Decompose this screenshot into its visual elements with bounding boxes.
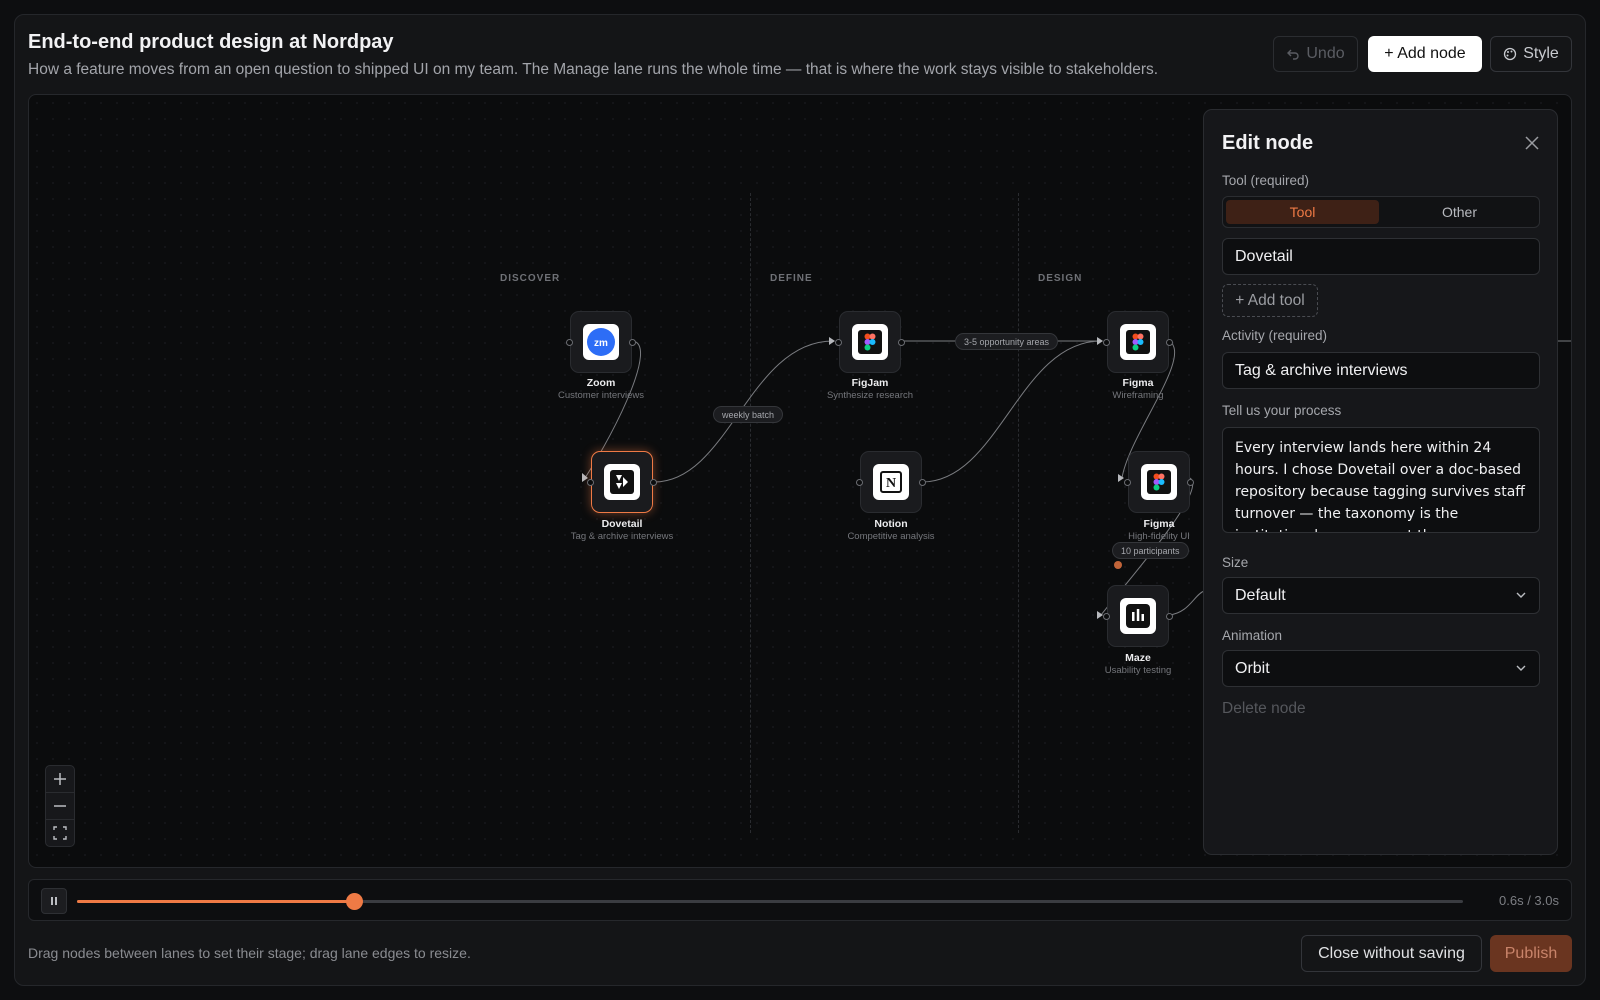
minus-icon [54, 805, 66, 807]
close-without-saving-button[interactable]: Close without saving [1301, 935, 1482, 972]
publish-button[interactable]: Publish [1490, 935, 1572, 972]
edge [1168, 590, 1205, 616]
add-node-button[interactable]: + Add node [1368, 36, 1482, 72]
zoom-icon: zm [583, 324, 619, 360]
node-port-in[interactable] [566, 339, 573, 346]
chevron-down-icon [1516, 665, 1526, 671]
node-port-out[interactable] [650, 479, 657, 486]
svg-text:zm: zm [594, 338, 608, 349]
animation-select[interactable]: Orbit [1222, 650, 1540, 687]
zoom-out-button[interactable] [45, 792, 75, 820]
edge-label[interactable]: 3-5 opportunity areas [955, 333, 1059, 350]
undo-icon [1287, 49, 1299, 60]
style-button[interactable]: Style [1490, 36, 1572, 72]
node-port-in[interactable] [1124, 479, 1131, 486]
tool-type-option-other[interactable]: Other [1383, 200, 1536, 224]
node-port-in[interactable] [587, 479, 594, 486]
node-port-in[interactable] [1103, 613, 1110, 620]
notion-icon: N [873, 464, 909, 500]
node-tool-label: Notion [874, 518, 908, 530]
node-activity-label: Competitive analysis [847, 531, 935, 542]
figma-icon [1120, 324, 1156, 360]
size-field-label: Size [1222, 555, 1249, 570]
timeline-time: 0.6s / 3.0s [1499, 893, 1559, 908]
figjam-icon [852, 324, 888, 360]
node-activity-label: Synthesize research [826, 390, 914, 401]
node-activity-label: Usability testing [1104, 665, 1172, 676]
delete-node-button[interactable]: Delete node [1222, 700, 1306, 718]
timeline-scrubber-handle[interactable] [346, 893, 364, 910]
node-zoom[interactable]: zm [566, 311, 636, 373]
node-activity-label: Customer interviews [557, 390, 645, 401]
node-activity-label: Tag & archive interviews [570, 531, 674, 542]
footer-hint: Drag nodes between lanes to set their st… [28, 945, 471, 961]
pause-icon [51, 897, 57, 905]
node-port-out[interactable] [629, 339, 636, 346]
node-activity-label: Wireframing [1112, 390, 1164, 401]
node-tool-label: Maze [1125, 652, 1151, 664]
palette-icon [1504, 47, 1517, 61]
node-port-in[interactable] [856, 479, 863, 486]
node-port-in[interactable] [1103, 339, 1110, 346]
activity-field-label: Activity (required) [1222, 328, 1328, 343]
page-subtitle: How a feature moves from an open questio… [28, 61, 1159, 78]
tool-type-toggle: Tool Other [1222, 196, 1540, 228]
undo-button[interactable]: Undo [1273, 36, 1358, 72]
add-tool-button[interactable]: + Add tool [1222, 284, 1318, 317]
timeline-track[interactable] [77, 893, 1463, 910]
dovetail-icon [604, 464, 640, 500]
page-title: End-to-end product design at Nordpay [28, 31, 394, 53]
process-textarea[interactable]: Every interview lands here within 24 hou… [1222, 427, 1540, 533]
undo-label: Undo [1306, 45, 1345, 62]
node-port-out[interactable] [1166, 613, 1173, 620]
node-dovetail[interactable] [587, 451, 657, 513]
animation-timeline: 0.6s / 3.0s [28, 879, 1572, 921]
style-label: Style [1523, 45, 1559, 62]
figma-icon [1141, 464, 1177, 500]
fit-view-button[interactable] [45, 819, 75, 847]
node-figjam[interactable] [835, 311, 905, 373]
edge-particle [1114, 561, 1122, 569]
size-select-value: Default [1235, 586, 1286, 604]
edge-label[interactable]: weekly batch [713, 406, 784, 423]
fit-view-icon [53, 826, 67, 840]
svg-text:N: N [886, 476, 896, 491]
node-tool-label: Zoom [586, 377, 616, 389]
node-figma-hifi[interactable] [1124, 451, 1194, 513]
close-icon [1525, 136, 1539, 150]
panel-title: Edit node [1222, 132, 1314, 154]
chevron-down-icon [1516, 592, 1526, 598]
node-notion[interactable]: N [856, 451, 926, 513]
node-tool-label: Figma [1122, 377, 1154, 389]
tool-input[interactable]: Dovetail [1222, 238, 1540, 275]
plus-icon [54, 773, 66, 785]
tool-type-option-tool[interactable]: Tool [1226, 200, 1379, 224]
zoom-in-button[interactable] [45, 765, 75, 793]
node-tool-label: FigJam [851, 377, 889, 389]
animation-field-label: Animation [1222, 628, 1283, 643]
maze-icon [1120, 598, 1156, 634]
pause-button[interactable] [41, 888, 67, 914]
animation-select-value: Orbit [1235, 659, 1270, 677]
node-port-in[interactable] [835, 339, 842, 346]
edge-label[interactable]: 10 participants [1112, 542, 1189, 559]
process-field-label: Tell us your process [1222, 403, 1342, 418]
close-panel-button[interactable] [1523, 134, 1541, 152]
activity-input[interactable]: Tag & archive interviews [1222, 352, 1540, 389]
node-tool-label: Dovetail [601, 518, 643, 530]
node-port-out[interactable] [1166, 339, 1173, 346]
tool-field-label: Tool (required) [1222, 173, 1310, 188]
node-figma-wireframing[interactable] [1103, 311, 1173, 373]
node-maze[interactable] [1103, 585, 1173, 647]
edge [921, 340, 1102, 483]
size-select[interactable]: Default [1222, 577, 1540, 614]
node-port-out[interactable] [919, 479, 926, 486]
timeline-progress [77, 900, 355, 903]
node-port-out[interactable] [898, 339, 905, 346]
node-port-out[interactable] [1187, 479, 1194, 486]
edit-node-panel: Edit node Tool (required) Tool Other Dov… [1203, 109, 1558, 855]
